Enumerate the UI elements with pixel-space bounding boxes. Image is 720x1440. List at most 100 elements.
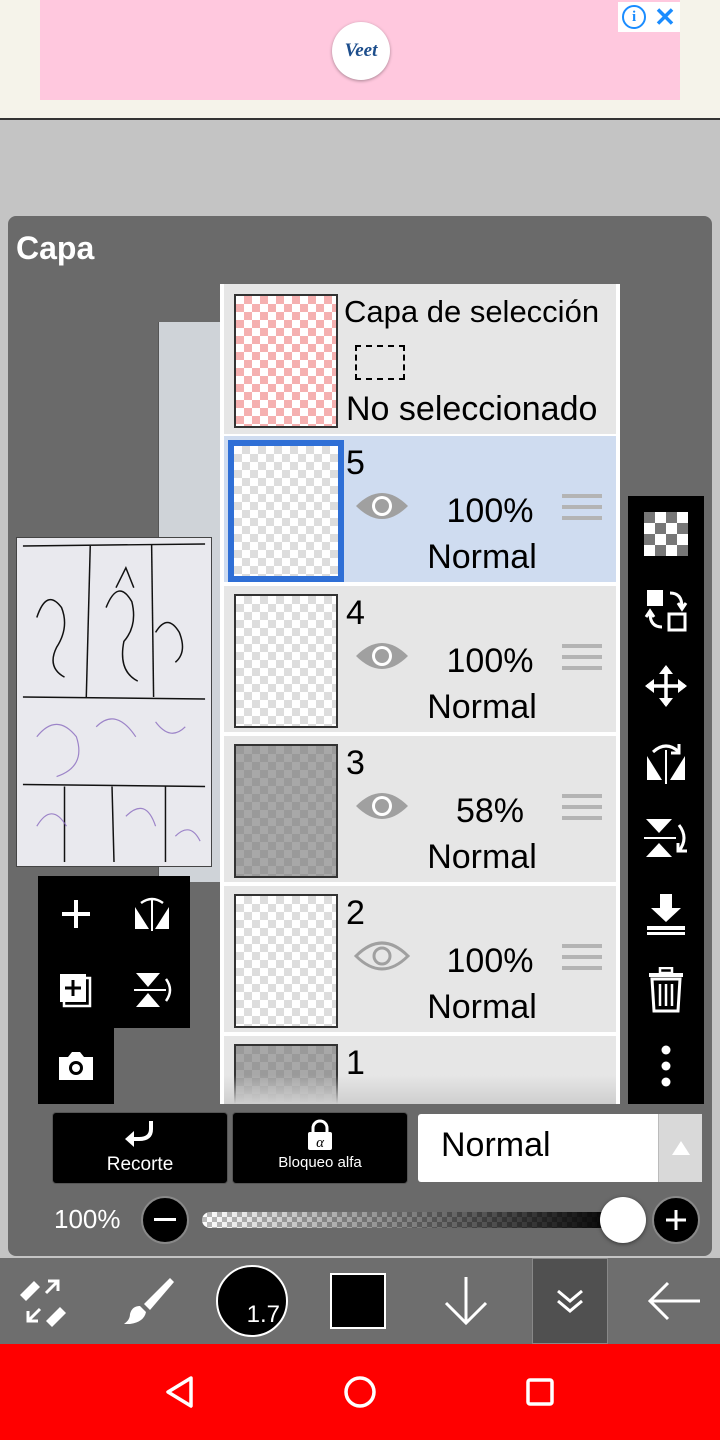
merge-down-button[interactable] bbox=[628, 876, 704, 952]
layer-row-3[interactable]: 3 58% Normal bbox=[224, 736, 616, 884]
double-chevron-icon bbox=[557, 1289, 583, 1313]
color-swatch bbox=[330, 1273, 386, 1329]
eye-icon[interactable] bbox=[354, 638, 410, 674]
layer-opacity: 100% bbox=[446, 642, 534, 680]
plus-icon bbox=[666, 1210, 686, 1230]
flip-horizontal-icon bbox=[647, 744, 685, 784]
brush-size-icon: 1.7 bbox=[216, 1265, 288, 1337]
transform-icon bbox=[20, 1279, 66, 1327]
down-arrow-icon bbox=[444, 1277, 488, 1326]
minus-icon bbox=[154, 1218, 176, 1221]
eye-icon[interactable] bbox=[354, 788, 410, 824]
nav-recents-button[interactable] bbox=[500, 1344, 580, 1440]
brush-button[interactable] bbox=[106, 1258, 192, 1344]
transparency-icon bbox=[644, 512, 688, 556]
drag-handle-icon[interactable] bbox=[562, 794, 602, 828]
duplicate-layer-button[interactable] bbox=[38, 952, 114, 1028]
plus-icon bbox=[62, 900, 90, 928]
swap-layer-icon bbox=[644, 590, 688, 632]
flip-layer-button[interactable] bbox=[114, 876, 190, 952]
drag-handle-icon[interactable] bbox=[562, 494, 602, 528]
marquee-icon bbox=[355, 345, 405, 380]
drag-handle-icon[interactable] bbox=[562, 644, 602, 678]
layer-thumbnail bbox=[234, 894, 338, 1028]
canvas-preview[interactable] bbox=[16, 537, 212, 867]
main-toolbar: 1.7 bbox=[0, 1258, 720, 1344]
trash-icon bbox=[649, 967, 683, 1013]
brush-size-button[interactable]: 1.7 bbox=[212, 1258, 292, 1344]
flip-vertical-button[interactable] bbox=[628, 800, 704, 876]
layer-tools bbox=[38, 876, 190, 1104]
selection-layer-title: Capa de selección bbox=[344, 294, 600, 329]
move-down-button[interactable] bbox=[424, 1258, 508, 1344]
layer-blend-mode: Normal bbox=[427, 838, 537, 876]
delete-layer-button[interactable] bbox=[628, 952, 704, 1028]
list-fade bbox=[224, 1075, 616, 1104]
opacity-decrease-button[interactable] bbox=[141, 1196, 189, 1244]
opacity-value: 100% bbox=[54, 1204, 121, 1234]
flip-vertical-icon bbox=[644, 819, 687, 857]
opacity-slider[interactable] bbox=[202, 1212, 622, 1228]
alpha-lock-button[interactable]: α Bloqueo alfa bbox=[232, 1112, 408, 1184]
layer-blend-mode: Normal bbox=[427, 988, 537, 1026]
layer-name: 5 bbox=[346, 444, 365, 482]
layer-actions-toolbar bbox=[628, 496, 704, 1104]
merge-down-icon bbox=[647, 894, 685, 935]
layer-blend-mode: Normal bbox=[427, 688, 537, 726]
layer-thumbnail bbox=[234, 744, 338, 878]
opacity-slider-knob[interactable] bbox=[600, 1197, 646, 1243]
clipping-icon bbox=[125, 1121, 153, 1147]
more-button[interactable] bbox=[628, 1028, 704, 1104]
add-layer-button[interactable] bbox=[38, 876, 114, 952]
clipping-button[interactable]: Recorte bbox=[52, 1112, 228, 1184]
eye-icon[interactable] bbox=[354, 488, 410, 524]
close-icon[interactable]: ✕ bbox=[654, 4, 676, 30]
layer-opacity: 58% bbox=[455, 792, 525, 830]
nav-recents-icon bbox=[526, 1378, 554, 1406]
transform-button[interactable] bbox=[0, 1258, 86, 1344]
eye-hidden-icon[interactable] bbox=[354, 938, 410, 974]
move-icon bbox=[645, 665, 687, 707]
color-button[interactable] bbox=[316, 1258, 400, 1344]
layer-name: 3 bbox=[346, 744, 365, 782]
layer-name: 2 bbox=[346, 894, 365, 932]
layer-blend-mode: Normal bbox=[427, 538, 537, 576]
layer-thumbnail bbox=[234, 594, 338, 728]
nav-back-button[interactable] bbox=[140, 1344, 220, 1440]
layer-row-5[interactable]: 5 100% Normal bbox=[224, 436, 616, 584]
camera-button[interactable] bbox=[38, 1028, 114, 1104]
drag-handle-icon[interactable] bbox=[562, 944, 602, 978]
flip-horizontal-button[interactable] bbox=[628, 724, 704, 800]
clipping-label: Recorte bbox=[106, 1154, 174, 1175]
back-button[interactable] bbox=[628, 1258, 720, 1344]
selection-status: No seleccionado bbox=[346, 390, 598, 428]
layer-row-4[interactable]: 4 100% Normal bbox=[224, 586, 616, 734]
layer-opacity: 100% bbox=[446, 942, 534, 980]
layer-panel-toggle[interactable] bbox=[532, 1258, 608, 1344]
nav-home-button[interactable] bbox=[320, 1344, 400, 1440]
swap-layer-button[interactable] bbox=[628, 572, 704, 648]
layer-opacity: 100% bbox=[446, 492, 534, 530]
alpha-lock-label: Bloqueo alfa bbox=[278, 1154, 362, 1171]
info-icon[interactable]: i bbox=[622, 5, 647, 29]
camera-icon bbox=[59, 1052, 93, 1080]
svg-text:α: α bbox=[316, 1135, 325, 1151]
ad-controls: i ✕ bbox=[618, 2, 680, 32]
brush-icon bbox=[124, 1278, 174, 1324]
ad-logo: Veet bbox=[332, 22, 390, 80]
flip-horizontal-icon bbox=[135, 897, 169, 931]
flip-vertical-button[interactable] bbox=[114, 952, 190, 1028]
move-button[interactable] bbox=[628, 648, 704, 724]
panel-title: Capa bbox=[16, 230, 95, 266]
opacity-increase-button[interactable] bbox=[652, 1196, 700, 1244]
nav-home-icon bbox=[344, 1376, 376, 1408]
duplicate-icon bbox=[60, 974, 92, 1008]
transparency-button[interactable] bbox=[628, 496, 704, 572]
lock-icon: α bbox=[308, 1119, 332, 1151]
nav-back-icon bbox=[166, 1376, 193, 1408]
flip-vertical-icon bbox=[134, 973, 172, 1007]
layer-row-2[interactable]: 2 100% Normal bbox=[224, 886, 616, 1034]
brush-size-value: 1.7 bbox=[246, 1301, 280, 1328]
blend-mode-dropdown-button[interactable] bbox=[658, 1114, 702, 1182]
triangle-up-icon bbox=[671, 1141, 690, 1155]
